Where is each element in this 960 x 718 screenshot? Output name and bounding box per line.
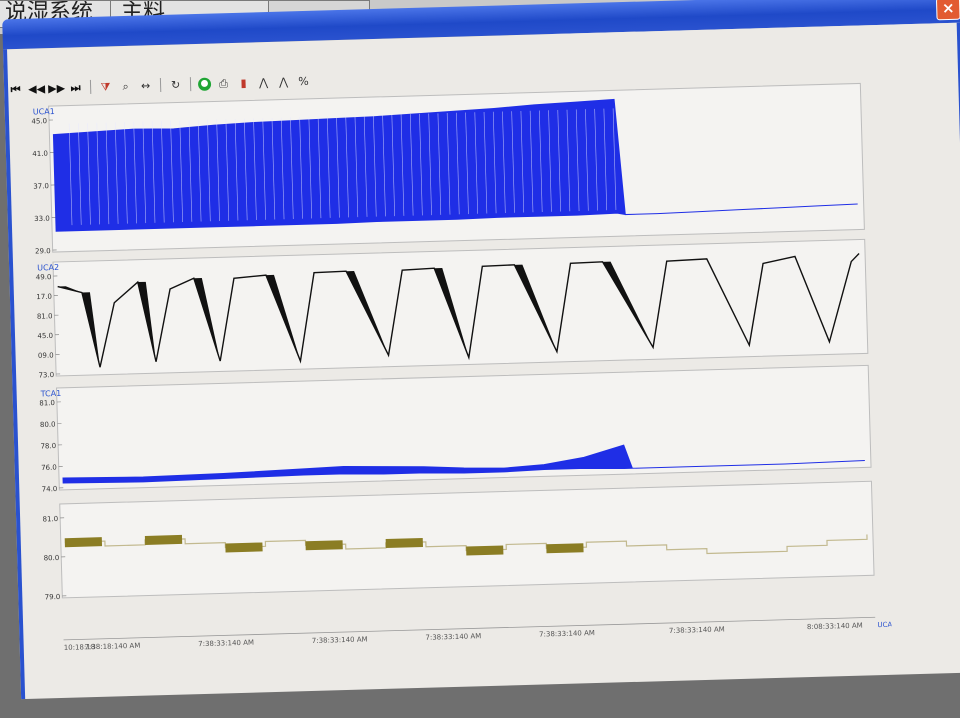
series-step-block [305,540,343,551]
zoom-icon[interactable]: ⌕ [118,78,133,93]
chart-panel-frame [52,238,869,377]
x-tick-label: 7:38:18:140 AM [84,642,140,652]
chart2-icon[interactable]: ⋀ [276,74,291,89]
x-tick-label: 8:08:33:140 AM [807,622,863,632]
refresh-icon[interactable]: ↻ [168,77,183,92]
close-button[interactable]: × [935,0,960,21]
trend-charts[interactable]: UCA145.041.037.033.029.0UCA2849.0817.078… [31,79,897,666]
y-tick-label: 45.0 [31,117,47,125]
trend-plot-area: UCA1 45.0 41.0 37.0 33.0 29.0 UCA2 849.0 817.0 78… [31,79,897,666]
record-icon[interactable]: ● [197,77,212,91]
filter-icon[interactable]: ⧩ [98,79,113,94]
series-name-label: UCA2 [37,263,59,273]
y-tick-label: 41.0 [32,150,48,158]
export-icon[interactable]: ▮ [236,75,251,90]
x-tick-label: 7:38:33:140 AM [669,625,725,635]
y-tick-label: 33.0 [34,215,50,223]
x-tick-label: 7:38:33:140 AM [425,632,481,642]
forward-icon[interactable]: ▶▶ [48,80,65,95]
first-icon[interactable]: ⏮ [8,81,23,96]
pan-icon[interactable]: ↔ [138,78,153,93]
y-tick-label: 29.0 [35,247,51,255]
x-tick-label: 7:38:33:140 AM [312,635,368,645]
x-tick-label: 7:38:33:140 AM [198,639,254,649]
toolbar-separator [189,77,192,92]
series-step-block [385,537,423,548]
trend-window: × ⏮ ◀◀ ▶▶ ⏭ ⧩ ⌕ ↔ ↻ ● ⎙ ▮ ⋀ ⋀ % UCA1 45.0… [2,0,960,700]
series-name-label: TCA1 [40,389,62,399]
series-step-block [64,537,103,548]
series-step-block [546,543,584,554]
x-axis-series-label: UCA1 [877,621,892,630]
toolbar-separator [159,77,162,92]
series-step-block [466,545,504,556]
last-icon[interactable]: ⏭ [68,80,83,95]
print-icon[interactable]: ⎙ [216,76,231,91]
series-step-block [144,534,183,545]
percent-icon[interactable]: % [296,73,311,88]
rewind-icon[interactable]: ◀◀ [28,81,45,96]
toolbar-separator [89,79,92,94]
x-tick-label: 7:38:33:140 AM [539,629,595,639]
y-tick-label: 37.0 [33,182,49,190]
series-name-label: UCA1 [33,107,55,117]
chart-icon[interactable]: ⋀ [256,74,271,89]
series-step-block [225,542,263,553]
